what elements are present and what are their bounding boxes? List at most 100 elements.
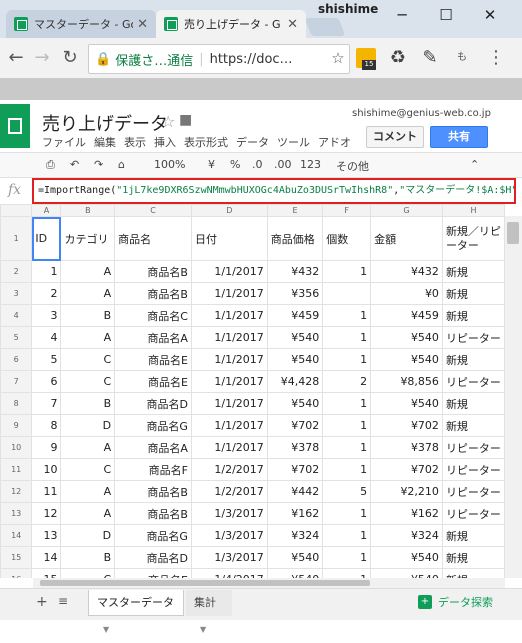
cell[interactable]: 商品名B <box>114 260 192 283</box>
menu-insert[interactable]: 挿入 <box>154 134 176 150</box>
cell[interactable]: ¥540 <box>370 546 443 569</box>
cell[interactable]: 新規 <box>441 524 505 547</box>
print-icon[interactable]: ⎙ <box>46 158 55 172</box>
cell[interactable]: ¥4,428 <box>266 370 324 393</box>
cell[interactable]: 1 <box>322 326 372 349</box>
column-header[interactable]: C <box>114 204 192 217</box>
cell[interactable]: 2 <box>31 282 62 305</box>
browser-tab-sales[interactable]: 売り上げデータ - G ✕ <box>156 10 306 38</box>
cell[interactable]: ¥356 <box>266 282 324 305</box>
cell[interactable]: ¥378 <box>370 436 443 459</box>
sheet-tab-summary[interactable]: 集計 ▼ <box>186 590 232 634</box>
cell[interactable]: 新規 <box>441 546 505 569</box>
cell[interactable]: 7 <box>31 392 62 415</box>
cell[interactable]: ¥442 <box>266 480 324 503</box>
cell[interactable]: 1/3/2017 <box>190 546 268 569</box>
document-title[interactable]: 売り上げデータ <box>42 110 168 136</box>
collapse-icon[interactable]: ⌃ <box>470 158 479 171</box>
header-cell[interactable]: 新規／リピーター <box>441 216 505 261</box>
cell[interactable]: 2 <box>322 370 372 393</box>
cell[interactable]: 14 <box>31 546 62 569</box>
comment-button[interactable]: コメント <box>366 126 424 148</box>
cell[interactable]: B <box>60 546 116 569</box>
cell[interactable]: D <box>60 414 116 437</box>
row-header[interactable]: 8 <box>0 392 33 415</box>
cell[interactable]: 商品名B <box>114 480 192 503</box>
vertical-scroll-thumb[interactable] <box>507 222 519 244</box>
cell[interactable]: 5 <box>322 480 372 503</box>
cell[interactable]: 1 <box>322 436 372 459</box>
cell[interactable]: 3 <box>31 304 62 327</box>
cell[interactable]: 1/1/2017 <box>190 282 268 305</box>
row-header[interactable]: 13 <box>0 502 33 525</box>
sheet-tab-master[interactable]: マスターデータ ▼ <box>88 590 184 634</box>
more-formats-button[interactable]: 123 <box>300 158 321 171</box>
cell[interactable]: ¥540 <box>370 568 443 578</box>
row-header[interactable]: 3 <box>0 282 33 305</box>
account-email[interactable]: shishime@genius-web.co.jp <box>352 108 491 119</box>
cell[interactable]: 1/2/2017 <box>190 480 268 503</box>
cell[interactable]: B <box>60 304 116 327</box>
cell[interactable]: ¥540 <box>266 348 324 371</box>
row-header[interactable]: 11 <box>0 458 33 481</box>
browser-tab-master[interactable]: マスターデータ - Go ✕ <box>6 10 156 38</box>
cell[interactable]: 1/1/2017 <box>190 436 268 459</box>
back-arrow-icon[interactable]: ← <box>4 46 28 70</box>
column-header[interactable]: E <box>266 204 324 217</box>
cell[interactable]: 商品名B <box>114 282 192 305</box>
profile-name[interactable]: shishime <box>318 2 378 16</box>
cell[interactable]: 新規 <box>441 392 505 415</box>
cell[interactable]: 12 <box>31 502 62 525</box>
cell[interactable]: 新規 <box>441 414 505 437</box>
maximize-icon[interactable]: ☐ <box>436 6 456 24</box>
cell[interactable]: ¥0 <box>370 282 443 305</box>
row-header[interactable]: 4 <box>0 304 33 327</box>
cell[interactable]: 商品名F <box>114 458 192 481</box>
cell[interactable]: 1/2/2017 <box>190 458 268 481</box>
menu-tools[interactable]: ツール <box>277 134 310 150</box>
folder-icon[interactable]: ■ <box>179 112 192 128</box>
header-cell[interactable]: カテゴリ <box>60 216 116 261</box>
cell[interactable] <box>322 282 372 305</box>
header-cell[interactable]: 金額 <box>370 216 443 261</box>
cell[interactable]: A <box>60 282 116 305</box>
spreadsheet-grid[interactable]: A B C D E F G H 1 ID カテゴリ 商品名 日付 商品価格 個数 金額 新規／リピーター 2 1 A 商… <box>0 204 505 578</box>
add-sheet-icon[interactable]: + <box>36 594 48 610</box>
menu-addons[interactable]: アドオ <box>318 134 351 150</box>
cell[interactable]: 商品名B <box>114 502 192 525</box>
cell[interactable]: 1 <box>322 392 372 415</box>
cell[interactable]: 新規 <box>441 348 505 371</box>
vertical-scrollbar[interactable] <box>505 216 522 578</box>
cell[interactable]: リピーター <box>441 458 505 481</box>
cell[interactable]: ¥540 <box>266 546 324 569</box>
explore-button[interactable]: + データ探索 <box>418 594 493 610</box>
share-button[interactable]: 共有 <box>430 126 488 148</box>
cell[interactable]: ¥540 <box>266 568 324 578</box>
cell[interactable]: ¥702 <box>370 458 443 481</box>
row-header[interactable]: 2 <box>0 260 33 283</box>
cell[interactable]: A <box>60 326 116 349</box>
cell[interactable]: 商品名D <box>114 546 192 569</box>
cell[interactable]: ¥8,856 <box>370 370 443 393</box>
star-bookmark-icon[interactable]: ☆ <box>326 46 350 70</box>
all-sheets-icon[interactable]: ≡ <box>58 594 68 608</box>
cell[interactable]: 11 <box>31 480 62 503</box>
menu-icon[interactable]: ⋮ <box>484 46 508 70</box>
cell[interactable]: D <box>60 524 116 547</box>
cell[interactable]: ¥324 <box>266 524 324 547</box>
row-header[interactable]: 9 <box>0 414 33 437</box>
menu-data[interactable]: データ <box>236 134 269 150</box>
cell[interactable]: ¥702 <box>370 414 443 437</box>
cell[interactable]: 商品名E <box>114 370 192 393</box>
cell-table[interactable]: A B C D E F G H 1 ID カテゴリ 商品名 日付 商品価格 個数 金額 新規／リピーター 2 1 A 商… <box>0 204 505 578</box>
cell[interactable]: 商品名E <box>114 568 192 578</box>
close-window-icon[interactable]: ✕ <box>480 6 500 24</box>
cell[interactable]: 8 <box>31 414 62 437</box>
reload-icon[interactable]: ↻ <box>58 46 82 70</box>
column-header[interactable]: H <box>441 204 505 217</box>
cell[interactable]: ¥540 <box>266 392 324 415</box>
eyedropper-extension-icon[interactable]: ✎ <box>418 46 442 70</box>
cell[interactable]: 1/3/2017 <box>190 524 268 547</box>
row-header[interactable]: 12 <box>0 480 33 503</box>
cell[interactable]: リピーター <box>441 326 505 349</box>
